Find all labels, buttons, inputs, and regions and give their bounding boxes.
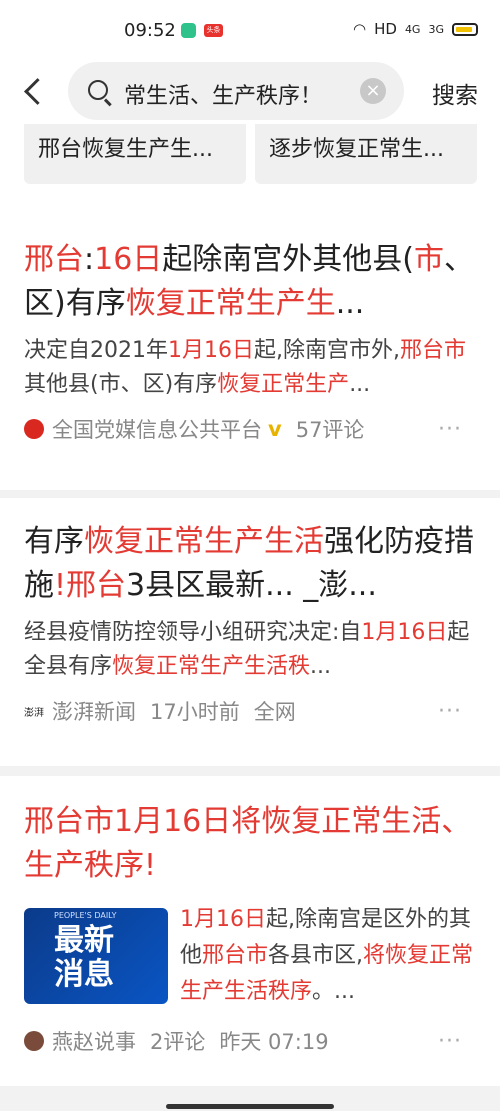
thumbnail-caption: PEOPLE'S DAILY	[54, 911, 117, 920]
battery-icon	[452, 22, 478, 36]
result-snippet: 1月16日起,除南宫是区外的其他邢台市各县市区,将恢复正常生产生活秩序。...	[180, 902, 476, 1010]
search-input[interactable]: 常生活、生产秩序！ ×	[68, 62, 404, 120]
source-avatar	[24, 1031, 44, 1051]
result-thumbnail[interactable]: PEOPLE'S DAILY 最新 消息	[24, 908, 168, 1004]
result-comments: 57评论	[295, 418, 365, 442]
status-icons: ◠ HD 4G 3G	[353, 20, 478, 38]
result-card[interactable]: 邢台市1月16日将恢复正常生活、生产秩序! PEOPLE'S DAILY 最新消…	[0, 776, 500, 1086]
result-source[interactable]: 全国党媒信息公共平台	[52, 414, 262, 444]
text-segment: 经县疫情防控领导小组研究决定:自	[24, 620, 362, 645]
home-indicator[interactable]	[166, 1104, 334, 1109]
source-logo-icon: 澎湃	[24, 707, 44, 719]
highlighted-text: 邢台市	[202, 943, 269, 968]
search-button[interactable]: 搜索	[432, 76, 478, 110]
text-segment: 各县市区,	[268, 943, 364, 968]
back-button[interactable]	[18, 74, 52, 108]
text-segment: 决定自2021年	[24, 338, 168, 363]
result-time: 17小时前	[150, 700, 240, 724]
highlighted-text: 1月16日	[361, 620, 448, 645]
search-icon	[88, 80, 108, 100]
highlighted-text: 邢台市1月16日将恢复正常生活、生产秩序!	[24, 804, 472, 883]
highlighted-text: 邢台市	[400, 338, 467, 363]
wifi-icon: ◠	[353, 20, 367, 38]
signal-4g-icon: 4G	[404, 22, 421, 36]
status-time: 09:52	[124, 20, 176, 41]
text-segment: 。...	[312, 979, 355, 1004]
highlighted-text: 邢台	[24, 242, 84, 277]
more-options-icon[interactable]: ···	[438, 1029, 462, 1054]
more-options-icon[interactable]: ···	[438, 699, 462, 724]
result-title[interactable]: 邢台:16日起除南宫外其他县(市、区)有序恢复正常生产生...	[24, 238, 476, 326]
search-header: 常生活、生产秩序！ × 搜索	[0, 62, 500, 124]
text-segment: ...	[335, 286, 365, 321]
result-comments: 2评论	[150, 1030, 206, 1054]
highlighted-text: 1月16日	[168, 338, 254, 363]
related-search-chip[interactable]: 邢台恢复生产生...	[24, 124, 246, 184]
text-segment: 3县区最新... _澎...	[126, 568, 377, 603]
result-title[interactable]: 有序恢复正常生产生活强化防疫措施!邢台3县区最新... _澎...	[24, 520, 476, 608]
text-segment: 起除南宫外其他县	[162, 242, 403, 277]
result-title[interactable]: 邢台市1月16日将恢复正常生活、生产秩序!	[24, 800, 476, 888]
highlighted-text: 恢复正常生产生活秩	[112, 654, 311, 679]
result-body: PEOPLE'S DAILY 最新 消息 1月16日起,除南宫是区外的其他邢台市各…	[24, 902, 476, 1010]
thumbnail-headline: 最新 消息	[54, 923, 114, 992]
hd-label: HD	[374, 20, 397, 38]
result-meta: 燕赵说事 2评论 昨天 07:19 ···	[24, 1026, 476, 1056]
result-card[interactable]: 有序恢复正常生产生活强化防疫措施!邢台3县区最新... _澎... 经县疫情防控…	[0, 498, 500, 766]
result-time: 昨天 07:19	[219, 1030, 329, 1054]
highlighted-text: 邢台	[66, 568, 127, 603]
text-segment: 有序	[24, 524, 84, 559]
text-segment: ...	[310, 654, 332, 679]
search-query: 常生活、生产秩序！	[124, 84, 323, 109]
clear-icon[interactable]: ×	[360, 78, 386, 104]
result-card[interactable]: 邢台:16日起除南宫外其他县(市、区)有序恢复正常生产生... 决定自2021年…	[0, 212, 500, 490]
highlighted-text: !	[54, 568, 67, 603]
highlighted-text: 恢复正常生产生	[125, 286, 336, 321]
highlighted-text: 市	[414, 242, 445, 277]
result-snippet: 决定自2021年1月16日起,除南宫市外,邢台市其他县(市、区)有序恢复正常生产…	[24, 334, 476, 402]
highlighted-text: 1月16日	[180, 907, 266, 932]
highlighted-text: 16日	[94, 242, 163, 277]
result-snippet: 经县疫情防控领导小组研究决定:自1月16日起全县有序恢复正常生产生活秩...	[24, 616, 476, 684]
toutiao-app-icon: 头条	[204, 24, 223, 37]
result-source[interactable]: 澎湃新闻	[52, 696, 136, 726]
related-search-chip[interactable]: 逐步恢复正常生...	[255, 124, 477, 184]
result-meta: 澎湃 澎湃新闻 17小时前 全网 ···	[24, 696, 476, 726]
highlighted-text: 恢复正常生产生活	[84, 524, 324, 559]
verified-icon: v	[268, 417, 282, 441]
signal-3g-icon: 3G	[428, 22, 444, 36]
chat-app-icon	[181, 23, 196, 38]
text-segment: (	[402, 242, 415, 277]
result-source[interactable]: 燕赵说事	[52, 1026, 136, 1056]
text-segment: ...	[349, 372, 371, 397]
text-segment: 其他县(市、区)有序	[24, 372, 218, 397]
result-meta: 全国党媒信息公共平台 v 57评论 ···	[24, 414, 476, 444]
more-options-icon[interactable]: ···	[438, 417, 462, 442]
source-logo-icon	[24, 419, 44, 439]
text-segment: :	[84, 242, 95, 277]
status-bar: 09:52 头条 ◠ HD 4G 3G	[0, 0, 500, 62]
highlighted-text: 恢复正常生产	[217, 372, 350, 397]
text-segment: 起,除南宫市外,	[254, 338, 400, 363]
result-scope: 全网	[253, 700, 296, 724]
